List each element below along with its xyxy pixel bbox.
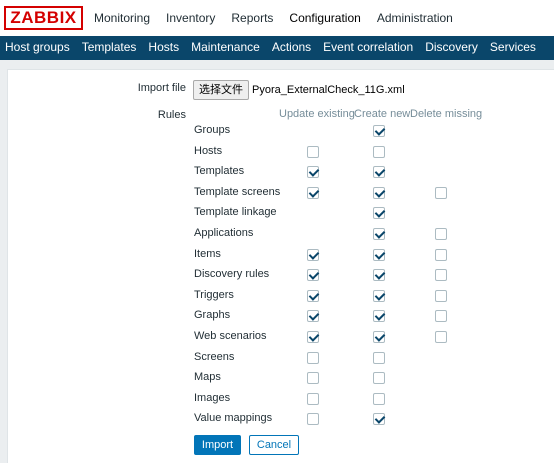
choose-file-button[interactable]: 选择文件 xyxy=(193,80,249,100)
update-checkbox[interactable] xyxy=(307,186,319,199)
rule-name: Screens xyxy=(194,350,235,363)
rule-row: Images xyxy=(0,390,554,410)
update-checkbox[interactable] xyxy=(307,372,319,385)
sub-nav-host-groups[interactable]: Host groups xyxy=(0,36,76,60)
rule-name: Maps xyxy=(194,371,221,384)
update-checkbox[interactable] xyxy=(307,310,319,323)
create-checkbox[interactable] xyxy=(373,351,385,364)
sub-nav-templates[interactable]: Templates xyxy=(76,36,143,60)
sub-nav-maintenance[interactable]: Maintenance xyxy=(185,36,266,60)
column-create-new: Create new xyxy=(354,108,411,120)
create-checkbox[interactable] xyxy=(373,145,385,158)
create-checkbox[interactable] xyxy=(373,248,385,261)
delete-checkbox[interactable] xyxy=(435,248,447,261)
rule-name: Discovery rules xyxy=(194,268,270,281)
chosen-file-name: Pyora_ExternalCheck_11G.xml xyxy=(252,84,405,96)
update-checkbox[interactable] xyxy=(307,248,319,261)
rule-row: Applications xyxy=(0,225,554,245)
rule-name: Graphs xyxy=(194,309,231,322)
create-checkbox[interactable] xyxy=(373,372,385,385)
create-checkbox[interactable] xyxy=(373,289,385,302)
create-checkbox[interactable] xyxy=(373,186,385,199)
sub-nav-discovery[interactable]: Discovery xyxy=(419,36,484,60)
rule-row: Maps xyxy=(0,369,554,389)
sub-nav-actions[interactable]: Actions xyxy=(266,36,317,60)
rule-name: Web scenarios xyxy=(194,330,267,342)
rule-name: Templates xyxy=(194,165,245,178)
top-nav-configuration[interactable]: Configuration xyxy=(281,0,368,36)
import-file-label: Import file xyxy=(137,82,186,94)
top-nav-inventory[interactable]: Inventory xyxy=(158,0,223,36)
update-checkbox[interactable] xyxy=(307,331,319,343)
update-checkbox[interactable] xyxy=(307,351,319,364)
update-checkbox[interactable] xyxy=(307,392,319,405)
create-checkbox[interactable] xyxy=(373,125,385,137)
create-checkbox[interactable] xyxy=(373,310,385,323)
column-update-existing: Update existing xyxy=(279,108,355,120)
rule-row: Hosts xyxy=(0,143,554,163)
rule-name: Items xyxy=(194,247,221,260)
rule-row: Template linkage xyxy=(0,204,554,224)
rules-label: Rules xyxy=(157,109,186,121)
zabbix-logo[interactable]: ZABBIX xyxy=(4,6,83,30)
update-checkbox[interactable] xyxy=(307,413,319,426)
rule-row: Graphs xyxy=(0,307,554,327)
rule-name: Groups xyxy=(194,124,231,136)
rule-row: Value mappings xyxy=(0,410,554,430)
import-button[interactable]: Import xyxy=(194,435,241,455)
delete-checkbox[interactable] xyxy=(435,289,447,302)
rule-row: Discovery rules xyxy=(0,266,554,286)
update-checkbox[interactable] xyxy=(307,269,319,282)
rule-name: Applications xyxy=(194,227,254,239)
rule-row: Triggers xyxy=(0,287,554,307)
top-navigation: Monitoring Inventory Reports Configuration A… xyxy=(86,0,461,36)
sub-nav-hosts[interactable]: Hosts xyxy=(142,36,185,60)
update-checkbox[interactable] xyxy=(307,145,319,158)
header: ZABBIX Monitoring Inventory Reports Configu… xyxy=(0,0,554,36)
update-checkbox[interactable] xyxy=(307,289,319,302)
create-checkbox[interactable] xyxy=(373,207,385,220)
delete-checkbox[interactable] xyxy=(435,269,447,282)
create-checkbox[interactable] xyxy=(373,166,385,179)
update-checkbox[interactable] xyxy=(307,166,319,179)
sub-nav-event-correlation[interactable]: Event correlation xyxy=(317,36,419,60)
rule-name: Template linkage xyxy=(194,206,277,219)
rule-row: Groups xyxy=(0,122,554,142)
rule-row: Screens xyxy=(0,349,554,369)
rule-row: Template screens xyxy=(0,184,554,204)
rule-name: Template screens xyxy=(194,185,281,198)
create-checkbox[interactable] xyxy=(373,269,385,282)
rule-row: Items xyxy=(0,246,554,266)
rule-name: Triggers xyxy=(194,288,234,301)
delete-checkbox[interactable] xyxy=(435,186,447,199)
delete-checkbox[interactable] xyxy=(435,310,447,323)
top-nav-monitoring[interactable]: Monitoring xyxy=(86,0,158,36)
create-checkbox[interactable] xyxy=(373,413,385,426)
top-nav-administration[interactable]: Administration xyxy=(369,0,461,36)
sub-nav-services[interactable]: Services xyxy=(484,36,542,60)
rule-name: Images xyxy=(194,391,231,404)
rule-row: Web scenarios xyxy=(0,328,554,348)
create-checkbox[interactable] xyxy=(373,331,385,343)
rule-name: Hosts xyxy=(194,144,223,157)
delete-checkbox[interactable] xyxy=(435,228,447,240)
rule-name: Value mappings xyxy=(194,412,273,425)
top-nav-reports[interactable]: Reports xyxy=(223,0,281,36)
delete-checkbox[interactable] xyxy=(435,331,447,343)
rule-row: Templates xyxy=(0,163,554,183)
column-delete-missing: Delete missing xyxy=(410,108,483,120)
create-checkbox[interactable] xyxy=(373,228,385,240)
cancel-button[interactable]: Cancel xyxy=(249,435,299,455)
create-checkbox[interactable] xyxy=(373,392,385,405)
sub-navigation: Host groups Templates Hosts Maintenance Acti… xyxy=(0,36,554,60)
